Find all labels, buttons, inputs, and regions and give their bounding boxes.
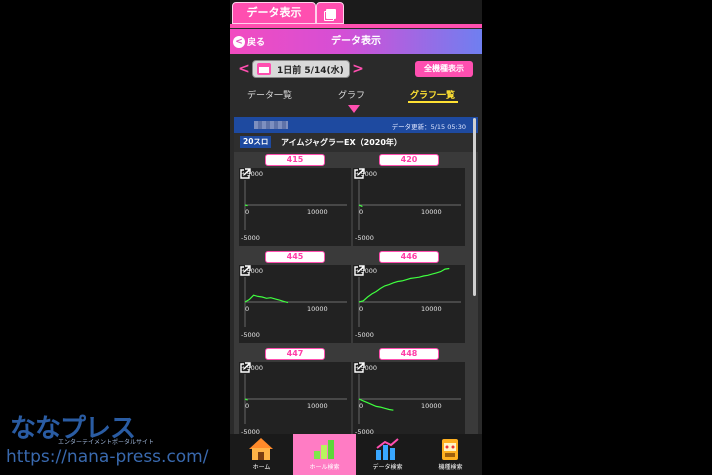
- nav-hall-search[interactable]: ホール検索: [293, 434, 356, 475]
- slump-graph: [244, 374, 347, 424]
- hall-name-redacted: [254, 121, 288, 129]
- watermark-url: https://nana-press.com/: [6, 447, 209, 467]
- rate-badge: 20スロ: [240, 136, 272, 148]
- tab-strip-line: [230, 24, 482, 28]
- slump-graph: [244, 180, 347, 230]
- machine-graph-card[interactable]: 446 +5000 0 10000 -5000: [353, 251, 465, 343]
- back-button[interactable]: < 戻る: [233, 34, 265, 49]
- machine-graph-card[interactable]: 415 +5000 0 10000 -5000: [239, 154, 351, 246]
- machine-number[interactable]: 420: [379, 154, 439, 166]
- bar-chart-icon: [376, 438, 399, 460]
- slump-line: [358, 398, 394, 411]
- hall-search-icon: [314, 440, 334, 459]
- machine-number[interactable]: 446: [379, 251, 439, 263]
- tab-pointer-icon: [348, 105, 360, 113]
- nav-hall-search-label: ホール検索: [309, 464, 340, 471]
- back-label: 戻る: [247, 38, 266, 48]
- graph-area: +5000 0 10000 -5000: [353, 265, 465, 343]
- machine-number[interactable]: 445: [265, 251, 325, 263]
- machine-graph-card[interactable]: 420 +5000 0 10000 -5000: [353, 154, 465, 246]
- view-tabs: データ一覧 グラフ グラフ一覧: [230, 84, 482, 113]
- slump-graph: [358, 374, 461, 424]
- tab-graph-list[interactable]: グラフ一覧: [410, 88, 455, 101]
- calendar-icon: [257, 63, 271, 75]
- slump-graph: [244, 277, 347, 327]
- bottom-navigation: ホーム ホール検索 データ検索 機種検索: [230, 434, 482, 475]
- hall-bar: データ更新：5/15 05:30: [234, 117, 478, 133]
- nav-data-search[interactable]: データ検索: [356, 434, 419, 475]
- model-name: アイムジャグラーEX（2020年）: [281, 138, 402, 147]
- nav-model-search-label: 機種検索: [438, 464, 463, 471]
- nav-home-label: ホーム: [252, 464, 271, 471]
- external-link-icon[interactable]: [353, 265, 365, 277]
- slump-graph: [358, 267, 461, 327]
- page-title: データ表示: [331, 36, 381, 47]
- scrollbar[interactable]: [473, 118, 476, 296]
- machine-number[interactable]: 448: [379, 348, 439, 360]
- graph-area: +5000 0 10000 -5000: [353, 362, 465, 435]
- screenshot-stage: データ表示 データ表示 < 戻る < 1日前 5/14(水) > 全機種表示 デ…: [0, 0, 712, 475]
- graph-area: +5000 0 10000 -5000: [353, 168, 465, 246]
- app-screen: データ表示 データ表示 < 戻る < 1日前 5/14(水) > 全機種表示 デ…: [230, 0, 482, 475]
- house-icon: [249, 438, 273, 460]
- slot-machine-icon: [442, 439, 458, 460]
- machine-number[interactable]: 447: [265, 348, 325, 360]
- active-tab-underline: [408, 101, 458, 103]
- next-day-arrow-icon[interactable]: >: [352, 61, 364, 77]
- tab-graph[interactable]: グラフ: [338, 88, 365, 101]
- model-row: 20スロ アイムジャグラーEX（2020年）: [234, 133, 478, 152]
- slump-graph: [358, 180, 461, 230]
- tab-data-list[interactable]: データ一覧: [247, 88, 292, 101]
- external-link-icon[interactable]: [353, 362, 365, 374]
- nav-data-search-label: データ検索: [372, 464, 403, 471]
- copy-window-icon[interactable]: [316, 2, 344, 24]
- all-models-button[interactable]: 全機種表示: [415, 61, 473, 77]
- machine-graph-card[interactable]: 445 +5000 0 10000 -5000: [239, 251, 351, 343]
- slump-line: [244, 294, 289, 304]
- slump-line: [244, 204, 248, 207]
- machine-graph-card[interactable]: 447 +5000 0 10000 -5000: [239, 348, 351, 435]
- graph-area: +5000 0 10000 -5000: [239, 265, 351, 343]
- external-link-icon[interactable]: [353, 168, 365, 180]
- machine-number[interactable]: 415: [265, 154, 325, 166]
- watermark-tagline: エンターテイメントポータルサイト: [58, 439, 155, 446]
- page-header: データ表示 < 戻る: [230, 29, 482, 54]
- external-link-icon[interactable]: [239, 265, 251, 277]
- nav-model-search[interactable]: 機種検索: [419, 434, 482, 475]
- top-tab-strip: データ表示: [230, 0, 482, 28]
- graph-list-panel: データ更新：5/15 05:30 20スロ アイムジャグラーEX（2020年） …: [234, 117, 478, 435]
- selected-date: 1日前 5/14(水): [277, 65, 344, 76]
- prev-day-arrow-icon[interactable]: <: [238, 61, 250, 77]
- graph-area: +5000 0 10000 -5000: [239, 168, 351, 246]
- slump-line: [358, 267, 450, 303]
- external-link-icon[interactable]: [239, 362, 251, 374]
- external-link-icon[interactable]: [239, 168, 251, 180]
- nav-home[interactable]: ホーム: [230, 434, 293, 475]
- date-selector[interactable]: 1日前 5/14(水): [252, 60, 350, 78]
- data-display-tab[interactable]: データ表示: [232, 2, 316, 24]
- date-navigation: < 1日前 5/14(水) > 全機種表示: [230, 54, 482, 84]
- data-updated-time: データ更新：5/15 05:30: [391, 123, 466, 131]
- machine-graph-card[interactable]: 448 +5000 0 10000 -5000: [353, 348, 465, 435]
- graph-area: +5000 0 10000 -5000: [239, 362, 351, 435]
- back-arrow-icon: <: [233, 35, 245, 48]
